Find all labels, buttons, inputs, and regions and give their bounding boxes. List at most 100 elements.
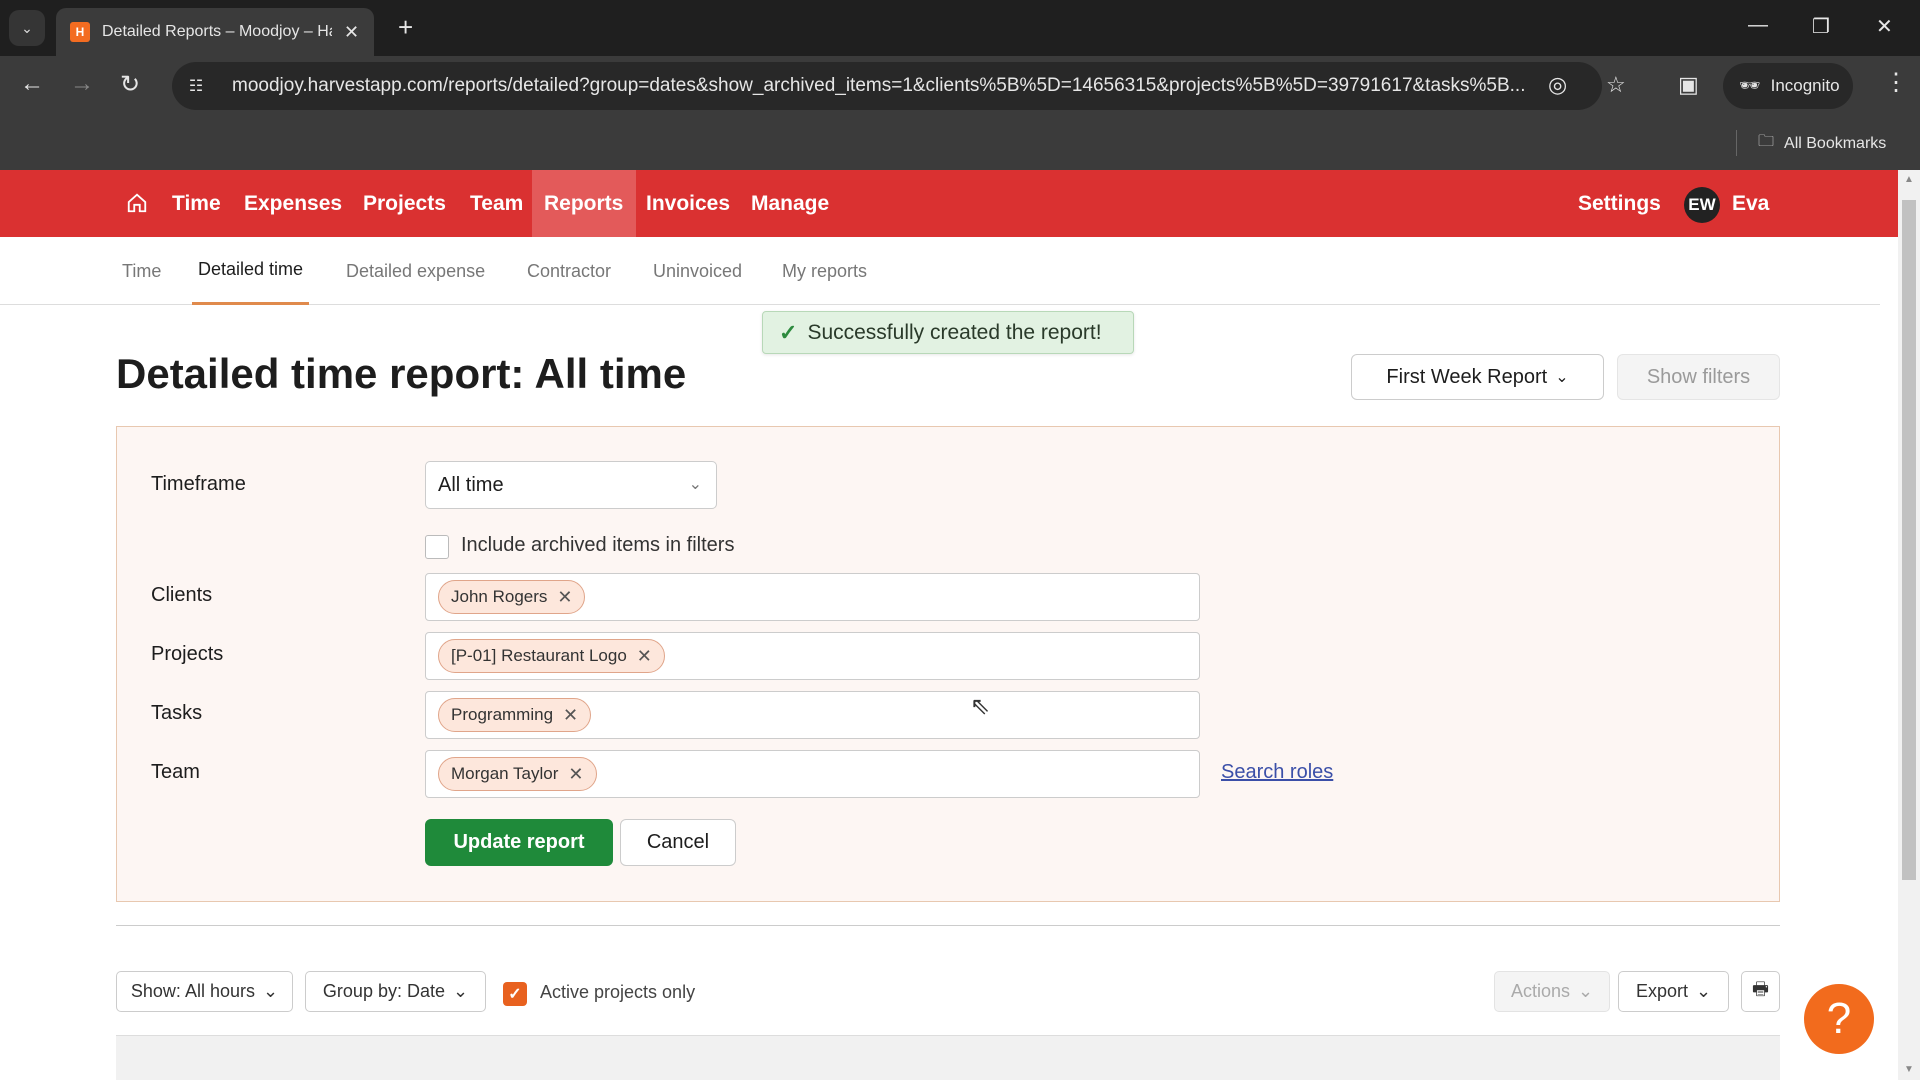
group-by-dropdown[interactable]: Group by: Date ⌄ [305,971,486,1012]
mouse-cursor-icon: ⇖ [970,693,991,720]
tag-label: John Rogers [451,587,548,606]
show-hours-dropdown[interactable]: Show: All hours ⌄ [116,971,293,1012]
export-label: Export [1635,981,1688,1001]
side-panel-icon[interactable]: ▣ [1678,72,1699,98]
timeframe-select[interactable]: All time ⌄ [425,461,717,509]
section-divider [116,925,1780,926]
chevron-down-icon: ⌄ [452,981,469,1001]
all-bookmarks-label: All Bookmarks [1784,134,1887,152]
nav-reports[interactable]: Reports [532,170,636,237]
incognito-badge[interactable]: 🕶 Incognito [1723,63,1853,109]
include-archived-label[interactable]: Include archived items in filters [461,534,734,557]
update-report-button[interactable]: Update report [425,819,613,866]
nav-invoices[interactable]: Invoices [634,170,742,237]
browser-menu-icon[interactable]: ⋮ [1884,68,1908,97]
subnav-detailed-time[interactable]: Detailed time [192,237,310,305]
help-button[interactable]: ? [1804,984,1874,1054]
subnav-time[interactable]: Time [122,237,161,305]
remove-tag-icon[interactable]: ✕ [568,764,583,785]
site-info-icon[interactable]: ☷ [176,66,216,106]
timeframe-value: All time [438,473,504,496]
user-name[interactable]: Eva [1720,170,1781,237]
tasks-input[interactable]: Programming ✕ [425,691,1200,739]
forward-icon[interactable]: → [70,70,94,98]
question-icon: ? [1826,994,1852,1043]
print-button[interactable]: 🖶 [1741,971,1780,1012]
subnav-detailed-expense[interactable]: Detailed expense [346,237,485,305]
success-toast: ✓ Successfully created the report! [762,311,1134,354]
client-tag: John Rogers ✕ [438,580,586,614]
chevron-down-icon: ⌄ [21,19,33,36]
nav-team[interactable]: Team [458,170,535,237]
chevron-down-icon: ⌄ [1555,369,1569,386]
back-icon[interactable]: ← [20,70,44,98]
task-tag: Programming ✕ [438,698,592,732]
toast-message: Successfully created the report! [807,320,1102,344]
tab-search-button[interactable]: ⌄ [9,10,45,46]
incognito-icon: 🕶 [1739,76,1761,95]
subnav-uninvoiced[interactable]: Uninvoiced [653,237,742,305]
remove-tag-icon[interactable]: ✕ [557,587,572,608]
reload-icon[interactable]: ↻ [120,70,140,99]
new-tab-icon[interactable]: + [398,12,413,43]
projects-input[interactable]: [P-01] Restaurant Logo ✕ [425,632,1200,680]
page-scrollbar[interactable]: ▲ ▼ [1898,170,1920,1080]
cancel-button[interactable]: Cancel [620,819,736,866]
subnav-contractor[interactable]: Contractor [527,237,611,305]
chevron-down-icon: ⌄ [688,476,702,493]
page-title: Detailed time report: All time [116,350,687,397]
home-icon[interactable] [126,192,148,214]
scroll-down-icon[interactable]: ▼ [1904,1064,1914,1075]
saved-report-label: First Week Report [1386,365,1548,388]
minimize-icon[interactable]: — [1748,14,1768,37]
restore-icon[interactable]: ❐ [1812,14,1830,39]
scroll-up-icon[interactable]: ▲ [1904,174,1914,185]
show-hours-label: Show: All hours [130,981,255,1001]
export-dropdown[interactable]: Export ⌄ [1618,971,1729,1012]
address-bar[interactable]: ☷ moodjoy.harvestapp.com/reports/detaile… [172,62,1602,110]
browser-toolbar: ← → ↻ ☷ moodjoy.harvestapp.com/reports/d… [0,56,1920,118]
group-by-label: Group by: Date [322,981,445,1001]
active-projects-label[interactable]: Active projects only [540,982,695,1003]
all-bookmarks-button[interactable]: 🗀 All Bookmarks [1758,130,1886,157]
folder-icon: 🗀 [1758,133,1775,150]
tag-label: Programming [451,705,554,724]
scrollbar-thumb[interactable] [1902,200,1916,880]
harvest-app: Time Expenses Projects Team Reports Invo… [0,170,1898,1080]
nav-manage[interactable]: Manage [739,170,841,237]
filters-panel: Timeframe All time ⌄ Include archived it… [116,426,1780,902]
close-window-icon[interactable]: ✕ [1876,14,1893,39]
clients-input[interactable]: John Rogers ✕ [425,573,1200,621]
avatar[interactable]: EW [1684,187,1720,223]
timeframe-label: Timeframe [151,473,246,495]
chevron-down-icon: ⌄ [262,981,279,1001]
search-roles-link[interactable]: Search roles [1221,761,1333,784]
nav-projects[interactable]: Projects [351,170,458,237]
clients-label: Clients [151,584,213,606]
show-filters-button[interactable]: Show filters [1617,354,1780,400]
nav-time[interactable]: Time [160,170,233,237]
report-table-header [116,1035,1780,1080]
team-input[interactable]: Morgan Taylor ✕ [425,750,1200,798]
nav-expenses[interactable]: Expenses [232,170,354,237]
team-label: Team [151,761,200,783]
tab-title: Detailed Reports – Moodjoy – Harvest [102,23,332,40]
browser-tab-strip: ⌄ H Detailed Reports – Moodjoy – Harvest… [0,0,1920,56]
active-projects-checkbox[interactable]: ✓ [503,982,527,1006]
main-nav: Time Expenses Projects Team Reports Invo… [0,170,1898,237]
nav-settings[interactable]: Settings [1566,170,1673,237]
subnav-my-reports[interactable]: My reports [782,237,867,305]
remove-tag-icon[interactable]: ✕ [563,705,578,726]
bookmark-star-icon[interactable]: ☆ [1606,72,1626,98]
close-tab-icon[interactable]: ✕ [344,22,359,43]
url-text[interactable]: moodjoy.harvestapp.com/reports/detailed?… [232,75,1562,97]
browser-tab[interactable]: H Detailed Reports – Moodjoy – Harvest ✕ [56,8,374,56]
saved-report-dropdown[interactable]: First Week Report ⌄ [1351,354,1604,400]
actions-label: Actions [1510,981,1570,1001]
eye-off-icon[interactable]: ◎ [1548,72,1567,98]
team-tag: Morgan Taylor ✕ [438,757,597,791]
actions-dropdown[interactable]: Actions ⌄ [1494,971,1610,1012]
include-archived-checkbox[interactable] [425,535,449,559]
reports-subnav: Time Detailed time Detailed expense Cont… [0,237,1880,305]
remove-tag-icon[interactable]: ✕ [637,646,652,667]
